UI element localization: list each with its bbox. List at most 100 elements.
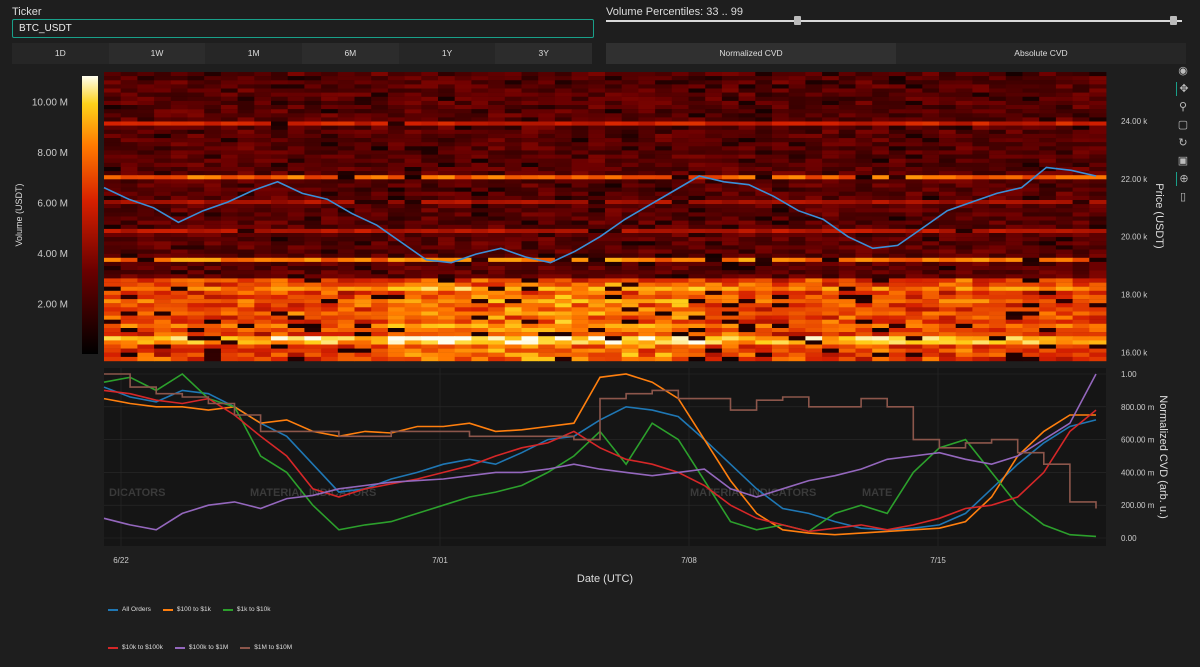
heatmap-cell — [888, 348, 906, 353]
heatmap-cell — [1072, 125, 1090, 130]
timeframe-1y-button[interactable]: 1Y — [398, 43, 496, 64]
heatmap-cell — [104, 154, 122, 159]
legend-item[interactable]: $100 to $1k — [162, 606, 211, 613]
heatmap-cell — [120, 253, 138, 258]
heatmap-cell — [888, 195, 906, 201]
heatmap-cell — [1089, 315, 1107, 320]
heatmap-cell — [421, 179, 439, 184]
heatmap-cell — [454, 109, 472, 114]
heatmap-cell — [404, 121, 422, 126]
heatmap-cell — [104, 356, 122, 362]
heatmap-cell — [1005, 332, 1023, 337]
heatmap-cell — [605, 290, 623, 296]
heatmap-cell — [521, 208, 539, 213]
heatmap-cell — [1005, 323, 1023, 329]
timeframe-1w-button[interactable]: 1W — [108, 43, 206, 64]
volume-percentile-slider[interactable] — [606, 20, 1182, 22]
heatmap-cell — [738, 191, 756, 196]
heatmap-cell — [454, 162, 472, 168]
timeframe-1m-button[interactable]: 1M — [205, 43, 303, 64]
heatmap-cell — [872, 261, 890, 267]
heatmap-cell — [1005, 146, 1023, 151]
heatmap-cell — [939, 88, 957, 93]
heatmap-cell — [354, 138, 372, 143]
heatmap-cell — [855, 299, 873, 304]
legend-item[interactable]: $1k to $10k — [222, 606, 271, 613]
heatmap-cell — [404, 208, 422, 213]
absolute-cvd-button[interactable]: Absolute CVD — [896, 43, 1186, 64]
heatmap-cell — [705, 191, 723, 196]
heatmap-cell — [187, 109, 205, 114]
heatmap-cell — [354, 150, 372, 155]
heatmap-cell — [538, 129, 556, 135]
heatmap-cell — [939, 216, 957, 221]
heatmap-cell — [905, 191, 923, 196]
heatmap-cell — [671, 142, 689, 147]
legend-item[interactable]: $1M to $10M — [240, 644, 292, 651]
heatmap-cell — [705, 200, 723, 205]
legend-item[interactable]: All Orders — [108, 606, 151, 613]
heatmap-cell — [838, 294, 856, 300]
heatmap-cell — [354, 129, 372, 135]
heatmap-cell — [1005, 117, 1023, 122]
heatmap-cell — [1055, 133, 1073, 139]
heatmap-cell — [855, 356, 873, 362]
heatmap-cell — [989, 220, 1007, 225]
heatmap-cell — [571, 191, 589, 196]
chart-area[interactable]: 16.00 k18.00 k20.00 k22.00 k24.00 kPrice… — [0, 66, 1200, 666]
heatmap-cell — [154, 266, 172, 271]
heatmap-cell — [705, 133, 723, 139]
heatmap-cell — [972, 121, 990, 126]
normalized-cvd-button[interactable]: Normalized CVD — [606, 43, 896, 64]
colorbar-tick-label: 8.00 M — [37, 148, 68, 159]
heatmap-cell — [137, 336, 155, 341]
timeframe-6m-button[interactable]: 6M — [302, 43, 399, 64]
heatmap-cell — [120, 146, 138, 151]
heatmap-cell — [1055, 261, 1073, 267]
heatmap-cell — [120, 266, 138, 271]
heatmap-cell — [838, 195, 856, 201]
heatmap-cell — [838, 245, 856, 250]
heatmap-cell — [271, 92, 289, 97]
heatmap-cell — [220, 92, 238, 97]
heatmap-cell — [1039, 220, 1057, 225]
heatmap-cell — [872, 72, 890, 77]
heatmap-cell — [888, 92, 906, 97]
heatmap-cell — [104, 212, 122, 217]
heatmap-cell — [204, 175, 222, 180]
heatmap-cell — [104, 233, 122, 238]
heatmap-cell — [488, 129, 506, 135]
timeframe-3y-button[interactable]: 3Y — [495, 43, 593, 64]
heatmap-cell — [922, 323, 940, 329]
heatmap-cell — [554, 125, 572, 130]
heatmap-cell — [872, 356, 890, 362]
heatmap-cell — [838, 261, 856, 267]
heatmap-cell — [321, 282, 339, 287]
slider-handle-high[interactable] — [1170, 16, 1177, 25]
heatmap-cell — [254, 216, 272, 221]
ticker-input[interactable]: BTC_USDT — [12, 19, 594, 38]
heatmap-cell — [237, 270, 255, 275]
heatmap-cell — [1089, 200, 1107, 205]
heatmap-cell — [772, 332, 790, 337]
heatmap-cell — [989, 154, 1007, 159]
heatmap-cell — [254, 228, 272, 234]
heatmap-cell — [671, 162, 689, 168]
heatmap-cell — [655, 96, 673, 102]
heatmap-cell — [137, 171, 155, 176]
heatmap-cell — [1055, 253, 1073, 258]
heatmap-cell — [120, 233, 138, 238]
heatmap-cell — [304, 228, 322, 234]
heatmap-cell — [788, 117, 806, 122]
heatmap-cell — [922, 187, 940, 192]
heatmap-cell — [204, 356, 222, 362]
heatmap-cell — [387, 303, 405, 308]
legend-item[interactable]: $10k to $100k — [108, 644, 163, 651]
heatmap-cell — [304, 175, 322, 180]
timeframe-1d-button[interactable]: 1D — [12, 43, 109, 64]
heatmap-cell — [1005, 92, 1023, 97]
heatmap-cell — [137, 323, 155, 329]
slider-handle-low[interactable] — [794, 16, 801, 25]
heatmap-cell — [655, 299, 673, 304]
legend-item[interactable]: $100k to $1M — [174, 644, 228, 651]
